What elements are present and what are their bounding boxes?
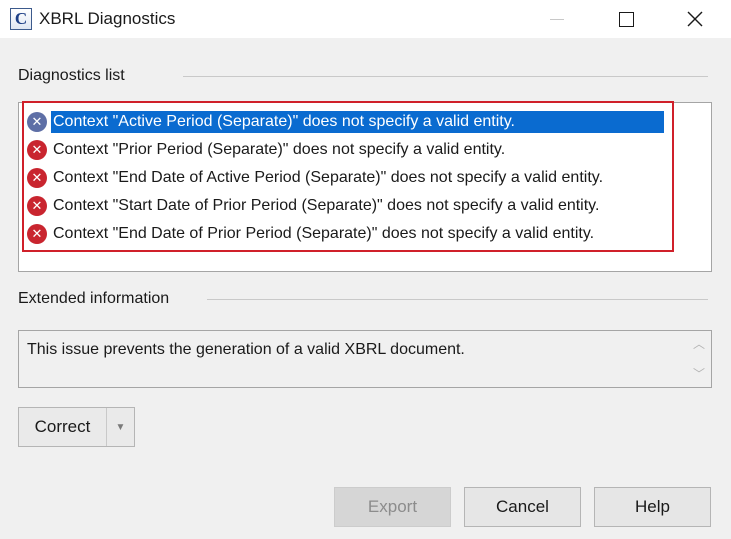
scroll-up-icon[interactable]: ︿ [691, 337, 707, 351]
diagnostic-text: Context "Start Date of Prior Period (Sep… [53, 197, 600, 214]
correct-split-button: Correct ▼ [18, 407, 135, 447]
extended-information-box: This issue prevents the generation of a … [18, 330, 712, 388]
minimize-icon [550, 18, 564, 20]
correct-button[interactable]: Correct [19, 408, 107, 446]
error-x-icon: ✕ [27, 140, 47, 160]
maximize-icon [618, 11, 634, 27]
diagnostic-item[interactable]: ✕ Context "End Date of Active Period (Se… [27, 166, 687, 190]
diagnostic-item[interactable]: ✕ Context "Start Date of Prior Period (S… [27, 194, 687, 218]
scroll-down-icon[interactable]: ﹀ [691, 367, 707, 381]
close-button[interactable] [672, 0, 718, 38]
title-bar: C XBRL Diagnostics [0, 0, 731, 38]
maximize-button[interactable] [603, 0, 649, 38]
diagnostics-list[interactable]: ✕ Context "Active Period (Separate)" doe… [18, 102, 712, 272]
section-divider [207, 299, 708, 300]
diagnostic-text: Context "Prior Period (Separate)" does n… [53, 141, 506, 158]
error-x-icon: ✕ [27, 112, 47, 132]
diagnostic-item[interactable]: ✕ Context "Prior Period (Separate)" does… [27, 138, 687, 162]
extended-information-text: This issue prevents the generation of a … [27, 341, 465, 358]
help-button[interactable]: Help [594, 487, 711, 527]
diagnostic-text: Context "End Date of Prior Period (Separ… [53, 225, 595, 242]
window-title: XBRL Diagnostics [39, 9, 176, 28]
xbrl-diagnostics-dialog: C XBRL Diagnostics Diagnostics list ✕ Co… [0, 0, 731, 539]
close-icon [687, 11, 703, 27]
diagnostic-item[interactable]: ✕ Context "Active Period (Separate)" doe… [27, 110, 687, 134]
app-icon: C [10, 8, 32, 30]
diagnostic-text: Context "Active Period (Separate)" does … [51, 111, 664, 133]
chevron-down-icon[interactable]: ▼ [107, 408, 134, 446]
diagnostic-item[interactable]: ✕ Context "End Date of Prior Period (Sep… [27, 222, 687, 246]
section-divider [183, 76, 708, 77]
error-x-icon: ✕ [27, 196, 47, 216]
minimize-button[interactable] [534, 0, 580, 38]
cancel-button[interactable]: Cancel [464, 487, 581, 527]
extended-information-label: Extended information [18, 290, 170, 307]
diagnostics-list-label: Diagnostics list [18, 67, 125, 84]
diagnostic-text: Context "End Date of Active Period (Sepa… [53, 169, 604, 186]
error-x-icon: ✕ [27, 168, 47, 188]
error-x-icon: ✕ [27, 224, 47, 244]
export-button[interactable]: Export [334, 487, 451, 527]
